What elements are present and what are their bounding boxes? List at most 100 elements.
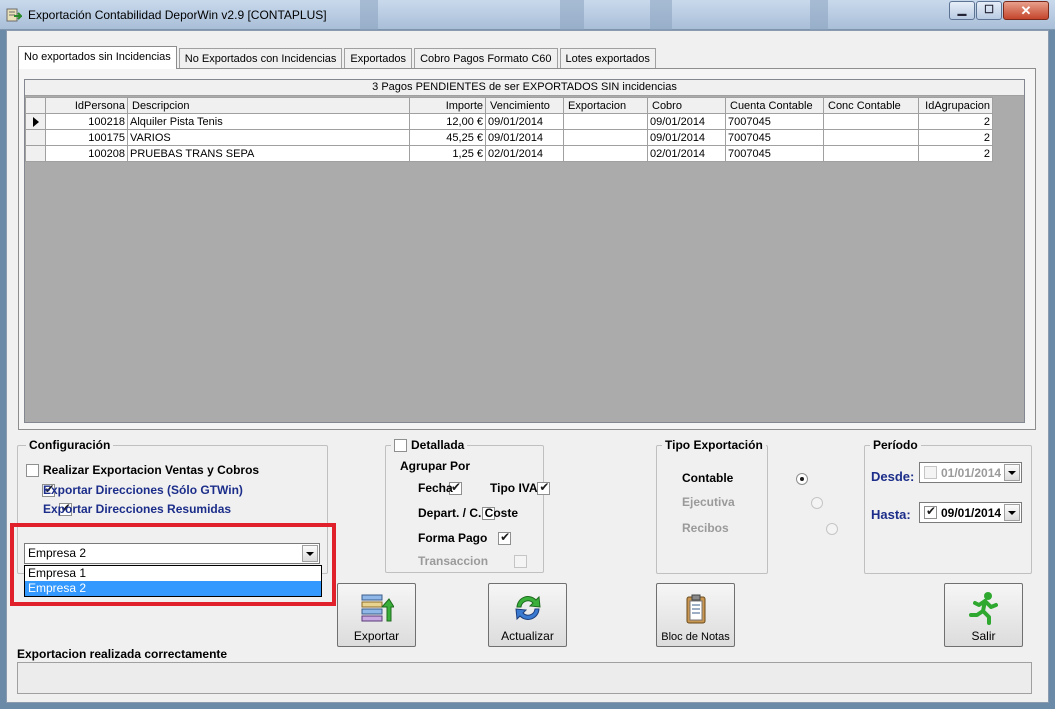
close-icon: ✕ — [1020, 3, 1032, 18]
transaccion-label[interactable]: Transaccion — [418, 554, 488, 568]
empresa-option-selected[interactable]: Empresa 2 — [25, 581, 321, 596]
salir-button[interactable]: Salir — [944, 583, 1023, 647]
tab-lotes-exportados[interactable]: Lotes exportados — [559, 48, 656, 69]
contable-label[interactable]: Contable — [682, 471, 733, 485]
tab-cobro-pagos-c60[interactable]: Cobro Pagos Formato C60 — [414, 48, 558, 69]
exportar-button[interactable]: Exportar — [337, 583, 416, 647]
table-row[interactable]: 100208 PRUEBAS TRANS SEPA 1,25 € 02/01/2… — [25, 145, 993, 162]
table-cell[interactable]: 45,25 € — [409, 129, 486, 146]
depart-label[interactable]: Depart. / C. Coste — [418, 506, 518, 520]
payments-table[interactable]: IdPersona Descripcion Importe Vencimient… — [25, 97, 993, 162]
hasta-checkbox[interactable] — [924, 504, 937, 519]
detallada-checkbox[interactable] — [394, 438, 407, 452]
desde-dropdown-button[interactable] — [1004, 464, 1020, 481]
column-header[interactable]: Exportacion — [563, 97, 648, 114]
chevron-down-icon — [1008, 470, 1016, 475]
table-cell[interactable]: 100218 — [45, 113, 128, 130]
table-cell[interactable] — [563, 113, 648, 130]
close-button[interactable]: ✕ — [1003, 1, 1049, 20]
table-cell[interactable]: 100208 — [45, 145, 128, 162]
column-header[interactable]: IdAgrupacion — [918, 97, 993, 114]
tipo-iva-label[interactable]: Tipo IVA — [490, 481, 538, 495]
table-cell[interactable] — [823, 145, 919, 162]
tab-no-exportados-con-incidencias[interactable]: No Exportados con Incidencias — [178, 48, 343, 69]
exportar-direcciones-label[interactable]: Exportar Direcciones (Sólo GTWin) — [43, 483, 243, 497]
tab-no-exportados-sin-incidencias[interactable]: No exportados sin Incidencias — [18, 46, 177, 69]
hasta-dropdown-button[interactable] — [1004, 504, 1020, 521]
table-cell[interactable]: Alquiler Pista Tenis — [127, 113, 410, 130]
actualizar-button[interactable]: Actualizar — [488, 583, 567, 647]
column-header[interactable]: Conc Contable — [823, 97, 919, 114]
table-cell[interactable]: 2 — [918, 129, 993, 146]
column-header[interactable]: Importe — [409, 97, 486, 114]
tipo-iva-checkbox[interactable] — [537, 480, 551, 495]
table-header-row: IdPersona Descripcion Importe Vencimient… — [25, 97, 993, 114]
table-cell[interactable]: 02/01/2014 — [647, 145, 726, 162]
desde-checkbox[interactable] — [924, 466, 937, 479]
agrupar-por-label: Agrupar Por — [400, 459, 471, 473]
table-cell[interactable]: 7007045 — [725, 145, 824, 162]
table-cell[interactable]: VARIOS — [127, 129, 410, 146]
empresa-combo-dropdown-button[interactable] — [302, 545, 318, 562]
column-header[interactable]: Cuenta Contable — [725, 97, 824, 114]
realizar-exportacion-label[interactable]: Realizar Exportacion Ventas y Cobros — [43, 463, 259, 477]
table-cell[interactable]: 09/01/2014 — [485, 113, 564, 130]
periodo-title: Período — [870, 438, 921, 452]
tab-exportados[interactable]: Exportados — [344, 48, 413, 69]
contable-radio[interactable] — [795, 473, 808, 485]
row-indicator[interactable] — [25, 113, 46, 130]
tab-strip: No exportados sin Incidencias No Exporta… — [18, 46, 658, 69]
table-cell[interactable]: 100175 — [45, 129, 128, 146]
fecha-label[interactable]: Fecha — [418, 481, 453, 495]
table-cell[interactable] — [563, 145, 648, 162]
maximize-button[interactable]: ☐ — [976, 1, 1002, 20]
refresh-icon — [514, 595, 541, 621]
table-cell[interactable] — [823, 129, 919, 146]
table-cell[interactable]: 2 — [918, 113, 993, 130]
table-cell[interactable]: 02/01/2014 — [485, 145, 564, 162]
column-header[interactable]: Cobro — [647, 97, 726, 114]
ejecutiva-radio[interactable] — [811, 497, 824, 509]
table-cell[interactable]: 7007045 — [725, 129, 824, 146]
column-header[interactable]: IdPersona — [45, 97, 128, 114]
empresa-dropdown-list[interactable]: Empresa 1 Empresa 2 — [24, 565, 322, 597]
row-indicator[interactable] — [25, 145, 46, 162]
empresa-combo[interactable]: Empresa 2 — [24, 543, 320, 564]
exportar-label: Exportar — [353, 629, 400, 643]
table-cell[interactable] — [563, 129, 648, 146]
table-cell[interactable]: 09/01/2014 — [485, 129, 564, 146]
table-cell[interactable]: 09/01/2014 — [647, 129, 726, 146]
table-row[interactable]: 100175 VARIOS 45,25 € 09/01/2014 09/01/2… — [25, 129, 993, 146]
table-cell[interactable]: 09/01/2014 — [647, 113, 726, 130]
forma-pago-checkbox[interactable] — [498, 530, 512, 545]
app-icon — [6, 8, 22, 22]
minimize-button[interactable]: ▁ — [949, 1, 975, 20]
salir-label: Salir — [971, 629, 996, 643]
transaccion-checkbox[interactable] — [514, 555, 528, 568]
desde-label: Desde: — [871, 469, 915, 484]
table-cell[interactable]: 1,25 € — [409, 145, 486, 162]
table-cell[interactable] — [823, 113, 919, 130]
realizar-exportacion-checkbox[interactable] — [26, 464, 39, 477]
column-header[interactable]: Descripcion — [127, 97, 410, 114]
empresa-option[interactable]: Empresa 1 — [25, 566, 321, 581]
table-cell[interactable]: 12,00 € — [409, 113, 486, 130]
row-indicator[interactable] — [25, 129, 46, 146]
maximize-icon: ☐ — [984, 4, 994, 16]
detallada-label[interactable]: Detallada — [411, 438, 464, 452]
status-message: Exportacion realizada correctamente — [17, 647, 228, 661]
ejecutiva-label[interactable]: Ejecutiva — [682, 495, 735, 509]
chevron-down-icon — [1008, 510, 1016, 515]
tipo-exportacion-group — [656, 445, 768, 574]
table-cell[interactable]: 2 — [918, 145, 993, 162]
direcciones-resumidas-label[interactable]: Exportar Direcciones Resumidas — [43, 502, 231, 516]
table-row[interactable]: 100218 Alquiler Pista Tenis 12,00 € 09/0… — [25, 113, 993, 130]
recibos-label[interactable]: Recibos — [682, 521, 729, 535]
forma-pago-label[interactable]: Forma Pago — [418, 531, 487, 545]
chevron-down-icon — [306, 551, 314, 556]
bloc-notas-button[interactable]: Bloc de Notas — [656, 583, 735, 647]
running-man-icon — [968, 592, 998, 625]
column-header[interactable]: Vencimiento — [485, 97, 564, 114]
table-cell[interactable]: 7007045 — [725, 113, 824, 130]
table-cell[interactable]: PRUEBAS TRANS SEPA — [127, 145, 410, 162]
